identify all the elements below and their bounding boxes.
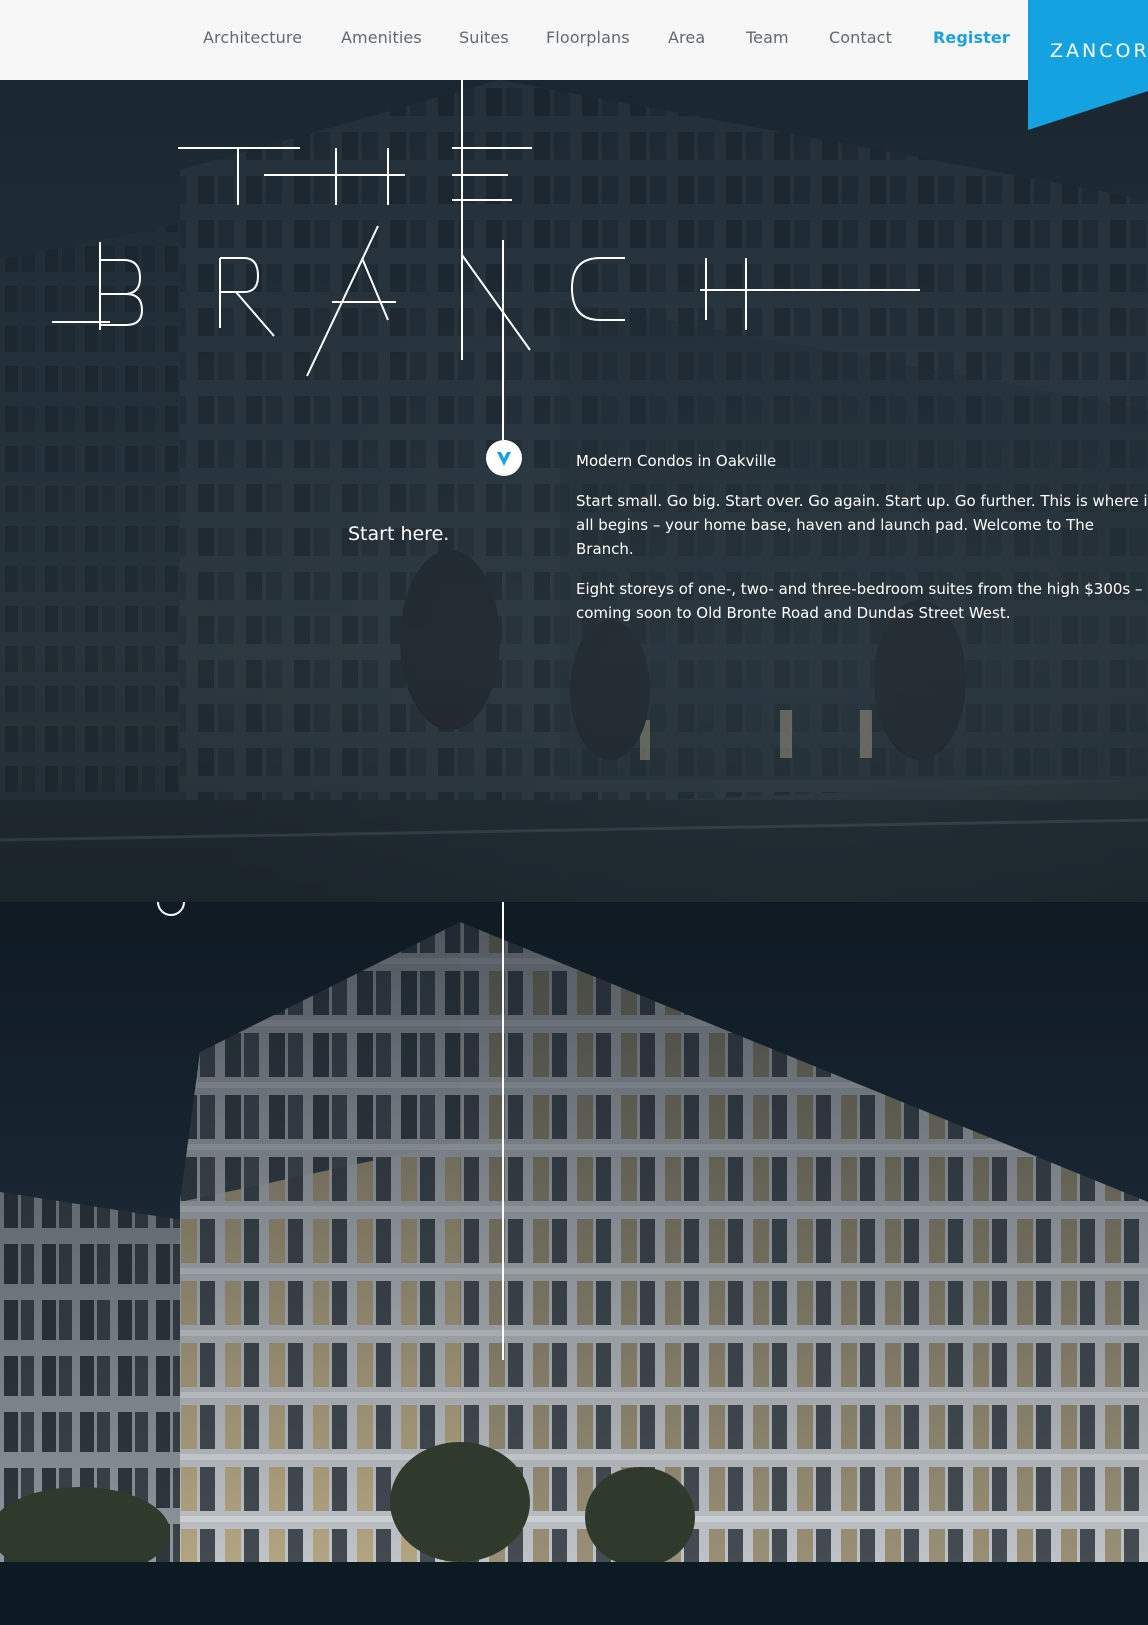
site-header: Architecture Amenities Suites Floorplans… [0, 0, 1148, 80]
start-here-button[interactable] [486, 440, 522, 476]
intro-paragraph-2: Eight storeys of one-, two- and three-be… [576, 580, 1143, 622]
nav-suites[interactable]: Suites [459, 28, 509, 47]
nav-contact[interactable]: Contact [829, 28, 892, 47]
footer-band [0, 1562, 1148, 1625]
intro-tagline: Modern Condos in Oakville [576, 452, 777, 470]
nav-amenities[interactable]: Amenities [341, 28, 422, 47]
nav-architecture[interactable]: Architecture [203, 28, 302, 47]
intro-paragraph-1: Start small. Go big. Start over. Go agai… [576, 492, 1148, 558]
start-here-label: Start here. [348, 523, 450, 545]
nav-area[interactable]: Area [668, 28, 705, 47]
chevron-down-icon [495, 449, 513, 467]
hero-section: Start here. Modern Condos in Oakville St… [0, 80, 1148, 902]
intro-block: Modern Condos in Oakville Start small. G… [576, 449, 1148, 641]
building-rendering-section [0, 902, 1148, 1562]
nav-team[interactable]: Team [746, 28, 789, 47]
nav-register[interactable]: Register [933, 28, 1010, 47]
nav-floorplans[interactable]: Floorplans [546, 28, 630, 47]
logo-text: ZANCOR [1050, 40, 1148, 62]
building-rendering-image [0, 902, 1148, 1562]
